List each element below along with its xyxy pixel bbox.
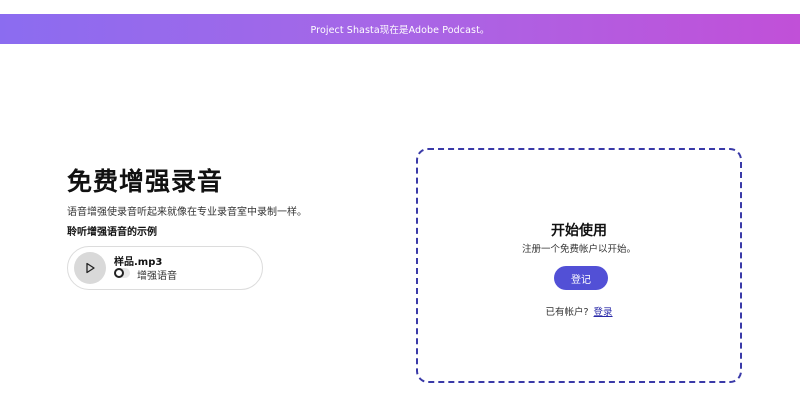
sample-file-name: 样品.mp3 [114,257,163,268]
announcement-banner: Project Shasta现在是Adobe Podcast。 [0,14,800,44]
banner-text: Project Shasta现在是Adobe Podcast。 [310,25,490,36]
audio-sample-player: 样品.mp3 增强语音 [67,246,263,290]
enhance-speech-toggle[interactable] [114,268,130,278]
login-row: 已有帐户? 登录 [418,304,740,318]
card-subtitle: 注册一个免费帐户以开始。 [521,244,636,255]
play-icon [86,262,95,274]
hero-subtitle: 语音增强使录音听起来就像在专业录音室中录制一样。 [67,207,307,218]
get-started-card: 开始使用 注册一个免费帐户以开始。 登记 已有帐户? 登录 [416,148,742,383]
play-button[interactable] [74,252,106,284]
signup-button[interactable]: 登记 [554,266,608,290]
toggle-knob [114,268,124,278]
page-title: 免费增强录音 [67,167,224,196]
card-title: 开始使用 [551,223,607,239]
login-link[interactable]: 登录 [594,307,613,318]
enhance-speech-label: 增强语音 [137,271,177,282]
sample-label: 聆听增强语音的示例 [67,227,157,238]
login-prompt: 已有帐户? [545,307,589,318]
